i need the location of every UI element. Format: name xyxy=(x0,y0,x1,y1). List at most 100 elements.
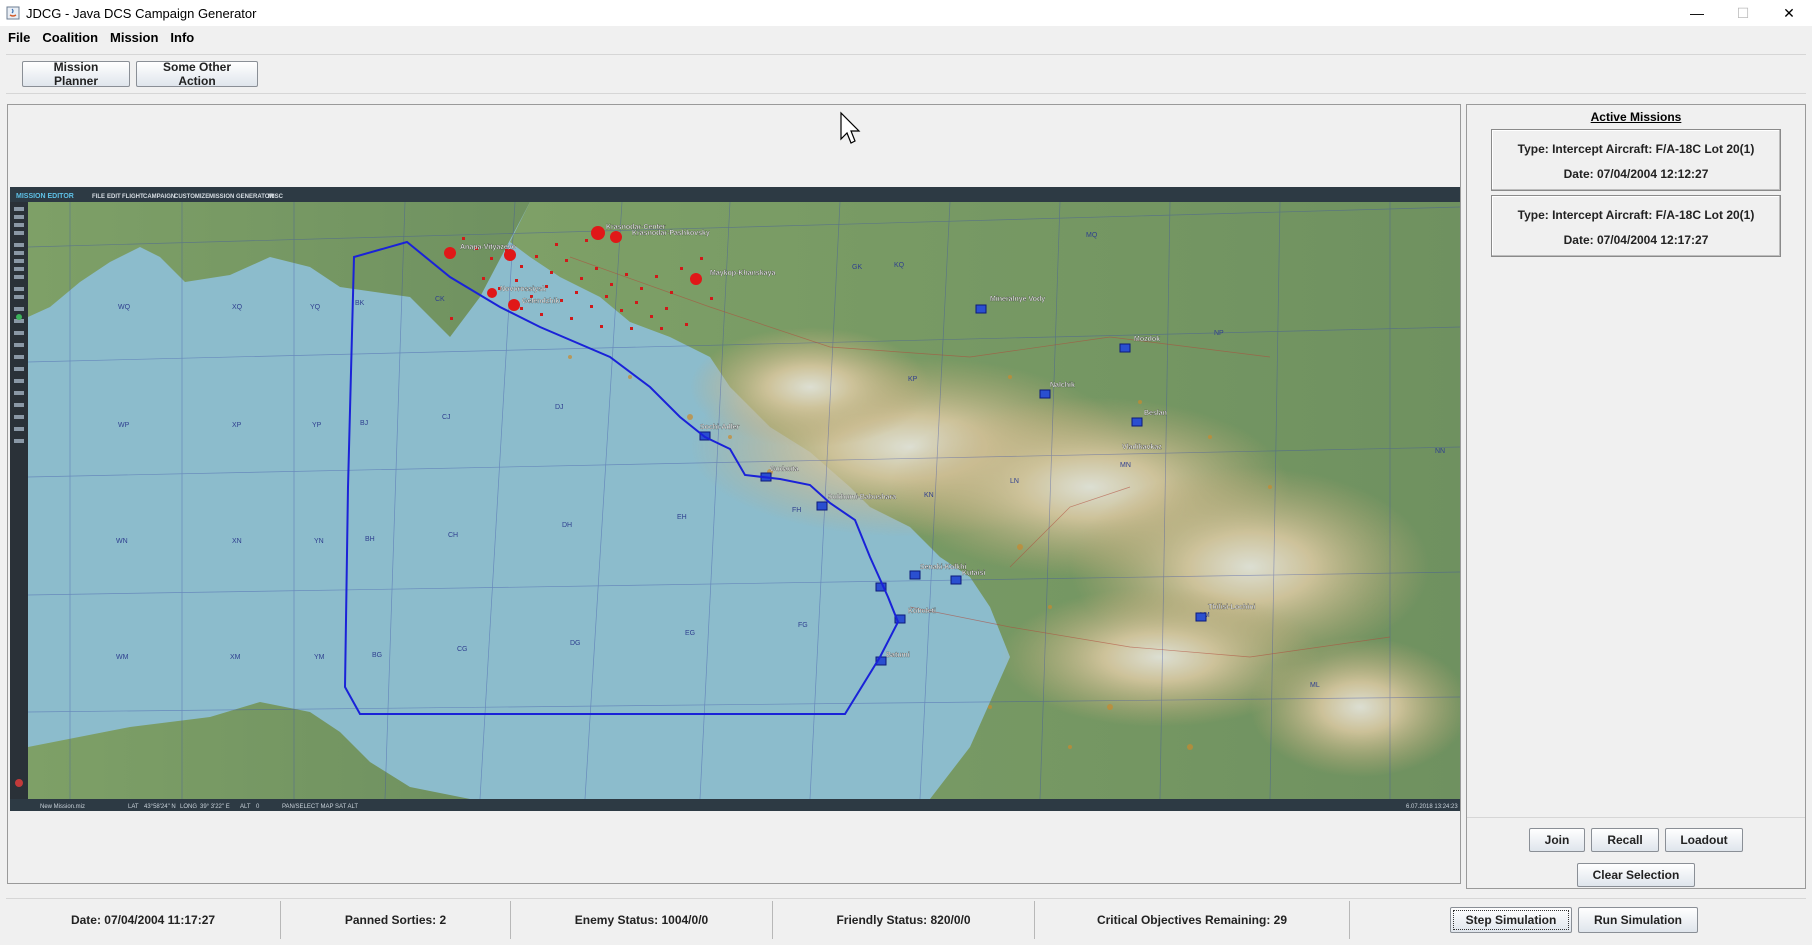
grid-label-bh: BH xyxy=(365,536,375,543)
grid-label-ln: LN xyxy=(1010,478,1019,485)
mission-type: Type: Intercept Aircraft: F/A-18C Lot 20… xyxy=(1517,142,1755,156)
grid-label-kp: KP xyxy=(908,376,918,383)
grid-label-fg: FG xyxy=(798,622,808,629)
mission-date: Date: 07/04/2004 12:12:27 xyxy=(1563,167,1709,181)
editor-map-modes: PAN/SELECT MAP SAT ALT xyxy=(282,804,358,810)
minimize-button[interactable]: — xyxy=(1674,0,1720,26)
city-anapa: Anapa-Vityazevo xyxy=(460,244,516,251)
run-simulation-button[interactable]: Run Simulation xyxy=(1578,906,1698,933)
step-simulation-button[interactable]: Step Simulation xyxy=(1450,906,1572,933)
clear-selection-button[interactable]: Clear Selection xyxy=(1577,863,1695,887)
city-mozdok: Mozdok xyxy=(1134,336,1160,343)
city-sukhumi: Sukhumi-Babushara xyxy=(828,494,896,501)
mission-planner-button[interactable]: Mission Planner xyxy=(22,60,130,88)
editor-menu-mission-generator: MISSION GENERATOR xyxy=(209,194,274,200)
city-gudauta: Gudauta xyxy=(770,466,798,473)
editor-menu-customize: CUSTOMIZE xyxy=(174,194,209,200)
grid-label-eg: EG xyxy=(685,630,695,637)
window-title-bar: JDCG - Java DCS Campaign Generator — ☐ ✕ xyxy=(0,0,1812,26)
grid-label-dj: DJ xyxy=(555,404,564,411)
grid-label-eh: EH xyxy=(677,514,687,521)
city-batumi: Batumi xyxy=(886,652,910,659)
menu-file[interactable]: File xyxy=(2,30,36,45)
editor-menu-edit: EDIT xyxy=(107,194,121,200)
map-view[interactable]: MISSION EDITOR FILE EDIT FLIGHT CAMPAIGN… xyxy=(10,187,1460,811)
grid-label-xp: XP xyxy=(232,422,242,429)
active-missions-heading: Active Missions xyxy=(1590,110,1682,124)
grid-label-xm: XM xyxy=(230,654,241,661)
recall-button[interactable]: Recall xyxy=(1591,828,1659,852)
editor-lat-value: 43°58'24" N xyxy=(144,804,176,810)
status-enemy: Enemy Status: 1004/0/0 xyxy=(511,900,773,939)
editor-long-value: 39° 3'22" E xyxy=(200,804,230,810)
editor-lat-label: LAT xyxy=(128,804,139,810)
grid-label-yp: YP xyxy=(312,422,322,429)
grid-label-dh: DH xyxy=(562,522,572,529)
city-maykop: Maykop-Khanskaya xyxy=(710,270,775,277)
city-tbilisi: Tbilisi-Lochini xyxy=(1208,604,1255,611)
map-canvas[interactable]: MISSION EDITOR FILE EDIT FLIGHT CAMPAIGN… xyxy=(10,187,1460,811)
grid-label-kn: KN xyxy=(924,492,934,499)
grid-label-dg: DG xyxy=(570,640,581,647)
editor-long-label: LONG xyxy=(180,804,197,810)
grid-label-yn: YN xyxy=(314,538,324,545)
editor-title: MISSION EDITOR xyxy=(16,193,74,200)
city-krasnodar-pashkovsky: Krasnodar-Pashkovsky xyxy=(632,230,710,237)
editor-menu-misc: MISC xyxy=(268,194,284,200)
status-friendly: Friendly Status: 820/0/0 xyxy=(773,900,1035,939)
city-senaki: Senaki-Kolkhi xyxy=(920,564,966,571)
mouse-cursor-icon xyxy=(840,111,861,144)
grid-label-xn: XN xyxy=(232,538,242,545)
editor-menu-flight: FLIGHT xyxy=(122,194,144,200)
grid-label-cj: CJ xyxy=(442,414,451,421)
city-novorossiysk: Novorossiysk xyxy=(500,286,546,293)
grid-label-ml: ML xyxy=(1310,682,1320,689)
grid-label-bk: BK xyxy=(355,300,365,307)
map-panel: MISSION EDITOR FILE EDIT FLIGHT CAMPAIGN… xyxy=(7,104,1461,884)
status-critical-objectives: Critical Objectives Remaining: 29 xyxy=(1035,900,1350,939)
editor-timestamp: 6.07.2018 13:24:23 xyxy=(1406,804,1458,810)
city-mineralnye-vody: Mineralnye Vody xyxy=(990,296,1045,303)
join-button[interactable]: Join xyxy=(1529,828,1585,852)
mission-card[interactable]: Type: Intercept Aircraft: F/A-18C Lot 20… xyxy=(1491,129,1781,191)
toolbar: Mission Planner Some Other Action xyxy=(6,54,1806,94)
close-button[interactable]: ✕ xyxy=(1766,0,1812,26)
menu-info[interactable]: Info xyxy=(164,30,200,45)
city-vladikavkaz: Vladikavkaz xyxy=(1122,444,1162,451)
grid-label-xq: XQ xyxy=(232,304,243,311)
grid-label-kq: KQ xyxy=(894,262,905,269)
mission-card[interactable]: Type: Intercept Aircraft: F/A-18C Lot 20… xyxy=(1491,195,1781,257)
mission-date: Date: 07/04/2004 12:17:27 xyxy=(1563,233,1709,247)
grid-label-ym: YM xyxy=(314,654,325,661)
grid-label-nn: NN xyxy=(1435,448,1445,455)
editor-tool-strip xyxy=(10,202,28,799)
editor-menu-campaign: CAMPAIGN xyxy=(143,194,175,200)
grid-label-bg: BG xyxy=(372,652,382,659)
city-gelendzhik: Gelendzhik xyxy=(522,298,559,305)
grid-label-mq: MQ xyxy=(1086,232,1098,239)
grid-label-ck: CK xyxy=(435,296,445,303)
grid-label-ch: CH xyxy=(448,532,458,539)
grid-label-gk: GK xyxy=(852,264,862,271)
maximize-button[interactable]: ☐ xyxy=(1720,0,1766,26)
menu-coalition[interactable]: Coalition xyxy=(36,30,104,45)
grid-label-wn: WN xyxy=(116,538,128,545)
city-sochi: Sochi-Adler xyxy=(700,424,740,431)
city-nalchik: Nalchik xyxy=(1050,382,1075,389)
editor-mission-file: New Mission.miz xyxy=(40,804,85,810)
grid-label-bj: BJ xyxy=(360,420,368,427)
grid-label-wq: WQ xyxy=(118,304,131,311)
loadout-button[interactable]: Loadout xyxy=(1665,828,1743,852)
grid-label-fh: FH xyxy=(792,507,801,514)
some-other-action-button[interactable]: Some Other Action xyxy=(136,60,258,88)
mission-actions: Join Recall Loadout Clear Selection xyxy=(1467,817,1805,892)
city-beslan: Beslan xyxy=(1144,410,1167,417)
grid-label-wm: WM xyxy=(116,654,129,661)
status-planned-sorties: Panned Sorties: 2 xyxy=(281,900,511,939)
active-missions-panel: Active Missions Type: Intercept Aircraft… xyxy=(1466,104,1806,889)
city-kutaisi: Kutaisi xyxy=(962,570,985,577)
menu-mission[interactable]: Mission xyxy=(104,30,164,45)
grid-label-cg: CG xyxy=(457,646,468,653)
window-title: JDCG - Java DCS Campaign Generator xyxy=(26,5,257,21)
editor-menu-file: FILE xyxy=(92,194,105,200)
